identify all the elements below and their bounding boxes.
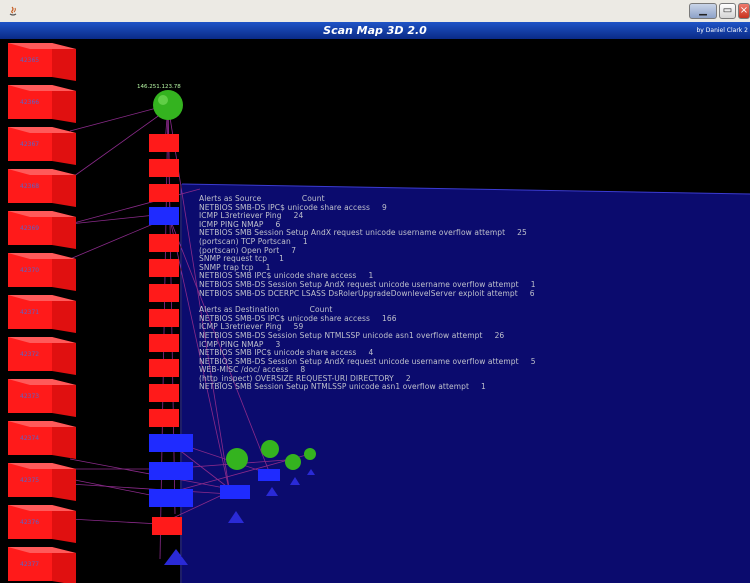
app-title: Scan Map 3D 2.0 — [323, 24, 427, 37]
author-byline: by Daniel Clark 2 — [696, 27, 749, 34]
source-alert-count: 1 — [530, 279, 536, 289]
ip-block[interactable] — [8, 337, 76, 375]
ip-block[interactable] — [8, 253, 76, 291]
source-alert-list: NETBIOS SMB-DS IPC$ unicode share access… — [199, 202, 719, 299]
ip-block-label: 42374 — [20, 435, 40, 442]
dest-alert-count: 26 — [494, 330, 505, 340]
source-alert-count: 24 — [293, 211, 304, 221]
source-alert-count: 6 — [529, 288, 535, 298]
source-alert-name: NETBIOS SMB-DS DCERPC LSASS DsRolerUpgra… — [199, 288, 518, 298]
maximize-button[interactable]: ▭ — [719, 3, 736, 19]
ip-block-label: 42370 — [20, 267, 40, 274]
ip-block[interactable] — [8, 505, 76, 543]
ip-block[interactable] — [8, 169, 76, 207]
maximize-icon: ▭ — [722, 5, 733, 16]
ip-block[interactable] — [8, 85, 76, 123]
ip-block[interactable] — [8, 421, 76, 459]
app-title-bar: Scan Map 3D 2.0 by Daniel Clark 2 — [0, 22, 750, 39]
ip-block-label: 42367 — [20, 141, 40, 148]
ip-block[interactable] — [8, 547, 76, 583]
ip-block-label: 42368 — [20, 183, 40, 190]
close-icon: × — [739, 5, 749, 16]
window-title-bar: ▁ ▭ × — [0, 0, 750, 23]
ip-block-label: 42376 — [20, 519, 40, 526]
ip-block-label: 42375 — [20, 477, 40, 484]
scan-map-3d-viewport[interactable]: 146.251.123.78 Alerts as Source Count NE… — [0, 39, 750, 583]
dest-alert-list: NETBIOS SMB-DS IPC$ unicode share access… — [199, 313, 719, 392]
ip-block-label: 42371 — [20, 309, 40, 316]
dest-alert-row: NETBIOS SMB Session Setup NTMLSSP unicod… — [199, 383, 719, 392]
source-alert-count: 7 — [291, 245, 297, 255]
source-alert-row: SNMP request tcp 1 — [199, 254, 719, 264]
source-alert-count: 25 — [517, 228, 527, 238]
dest-alert-count: 5 — [530, 356, 536, 366]
ip-block-label: 42365 — [20, 57, 40, 64]
source-alert-count: 1 — [302, 236, 308, 246]
ip-block[interactable] — [8, 463, 76, 501]
java-app-icon — [9, 6, 17, 16]
ip-block-column — [8, 43, 76, 583]
alerts-table: Alerts as Source Count NETBIOS SMB-DS IP… — [199, 194, 719, 392]
ip-block[interactable] — [8, 379, 76, 417]
ip-block-label: 42369 — [20, 225, 40, 232]
source-alert-row: NETBIOS SMB-DS DCERPC LSASS DsRolerUpgra… — [199, 288, 719, 299]
source-alert-count: 9 — [381, 202, 387, 212]
ip-block-label: 42373 — [20, 393, 40, 400]
dest-alert-count: 1 — [481, 382, 486, 392]
ip-block[interactable] — [8, 295, 76, 333]
ip-block-label: 42372 — [20, 351, 40, 358]
ip-block-label: 42377 — [20, 561, 40, 568]
source-alert-row: (portscan) Open Port 7 — [199, 245, 719, 256]
close-button[interactable]: × — [738, 3, 750, 19]
dest-alert-count: 166 — [381, 313, 397, 323]
ip-block[interactable] — [8, 127, 76, 165]
dest-alert-name: NETBIOS SMB Session Setup NTMLSSP unicod… — [199, 382, 470, 392]
source-alert-count: 1 — [279, 254, 284, 264]
minimize-button[interactable]: ▁ — [689, 3, 717, 19]
host-node-label: 146.251.123.78 — [137, 84, 181, 90]
ip-block-label: 42366 — [20, 99, 40, 106]
minimize-icon: ▁ — [699, 5, 707, 16]
ip-block[interactable] — [8, 211, 76, 249]
ip-block[interactable] — [8, 43, 76, 81]
